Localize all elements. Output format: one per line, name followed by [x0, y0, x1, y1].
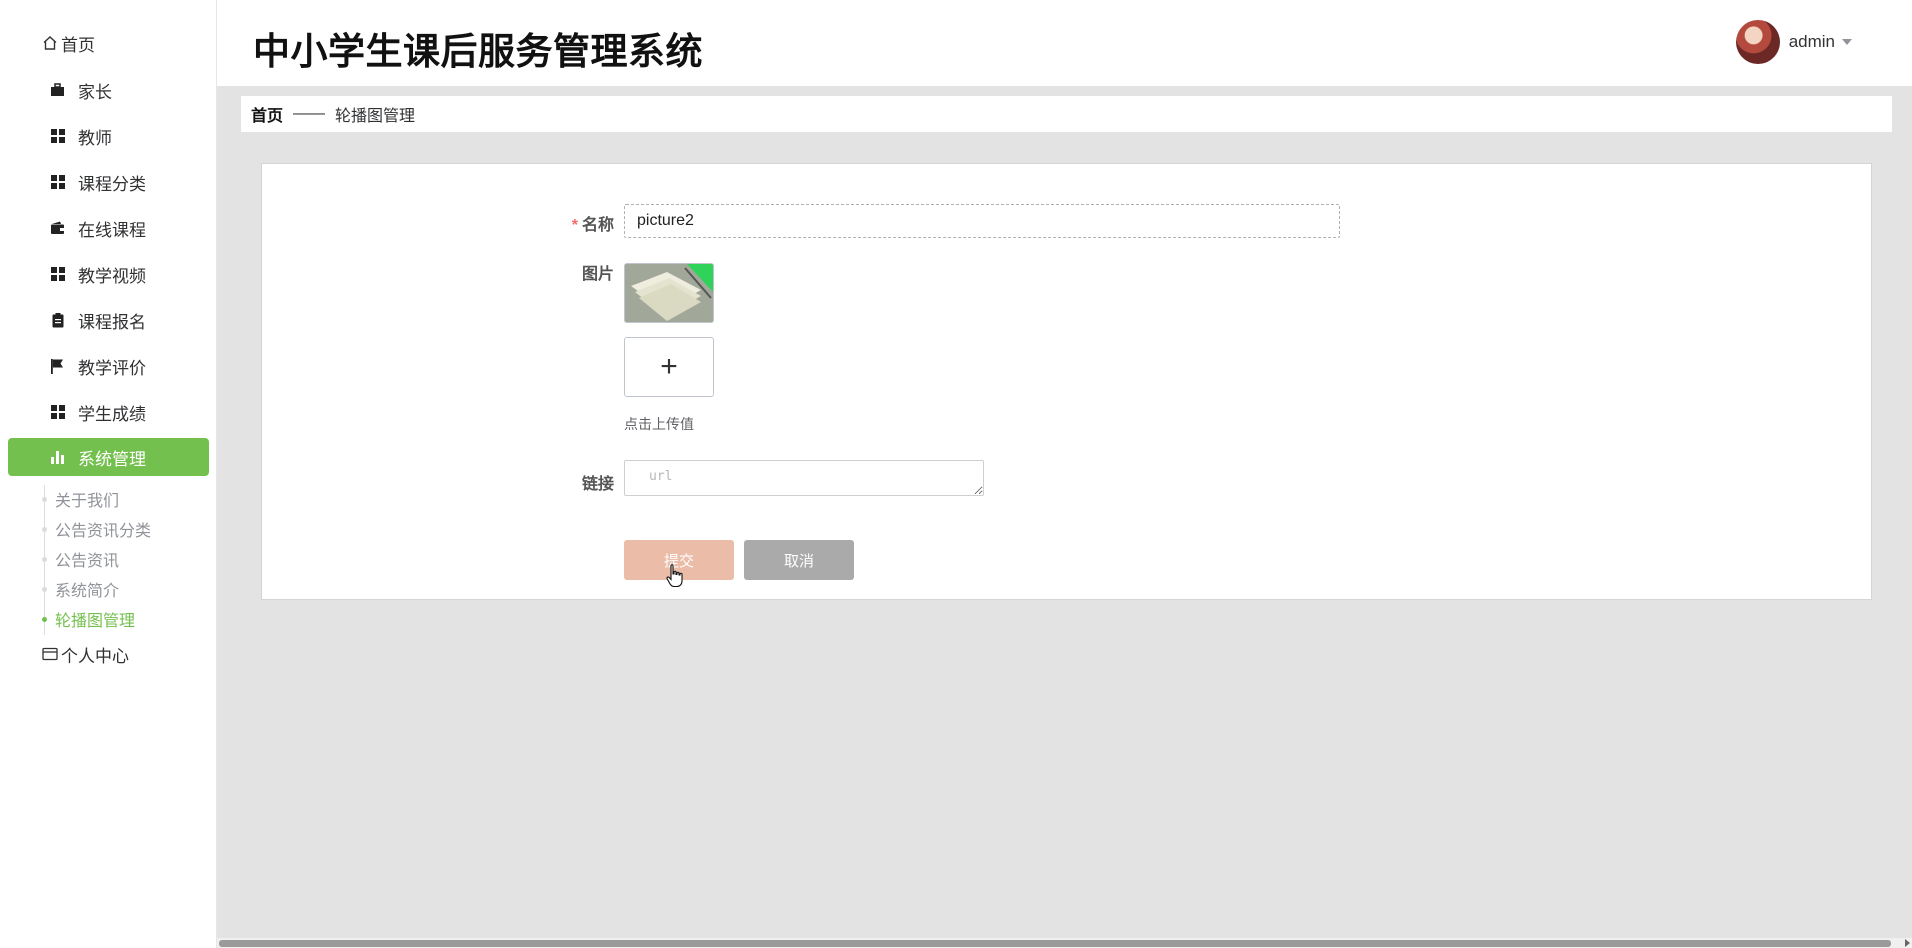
username: admin [1788, 32, 1835, 51]
submenu-item-news[interactable]: 公告资讯 [41, 545, 119, 573]
sidebar-item-system-management[interactable]: 系统管理 [8, 438, 209, 476]
breadcrumb-home[interactable]: 首页 [251, 102, 283, 126]
bar-chart-icon [49, 449, 66, 466]
link-label: 链接 [581, 476, 614, 493]
scroll-right-arrow-icon[interactable] [1905, 939, 1910, 947]
sidebar-item-label: 教学评价 [78, 358, 146, 378]
submenu-item-news-category[interactable]: 公告资讯分类 [41, 515, 151, 543]
url-input[interactable] [624, 460, 984, 496]
cancel-button[interactable]: 取消 [744, 540, 854, 580]
app-title: 中小学生课后服务管理系统 [253, 31, 703, 72]
card-icon [41, 646, 58, 663]
sidebar-item-parents[interactable]: 家长 [8, 71, 209, 109]
grid-icon [49, 128, 66, 145]
submenu-item-carousel-management[interactable]: 轮播图管理 [41, 605, 135, 633]
upload-tip: 点击上传值 [624, 416, 694, 432]
sidebar: 首页 家长 教师 课程分类 在线课程 教学视频 课程报名 教学评价 学生成绩 系… [0, 0, 217, 948]
submenu-item-system-intro[interactable]: 系统简介 [41, 575, 119, 603]
main-content: 首页 —— 轮播图管理 *名称 图片 + 点击上传值 链接 提交 取消 [217, 86, 1912, 948]
sidebar-item-teachers[interactable]: 教师 [8, 117, 209, 155]
sidebar-item-teaching-video[interactable]: 教学视频 [8, 255, 209, 293]
user-menu[interactable]: admin [1735, 20, 1852, 64]
image-label: 图片 [581, 266, 614, 283]
header: 中小学生课后服务管理系统 admin [217, 0, 1912, 86]
submenu-item-about-us[interactable]: 关于我们 [41, 485, 119, 513]
briefcase-icon [49, 82, 66, 99]
wallet-icon [49, 220, 66, 237]
sidebar-item-label: 个人中心 [61, 646, 129, 666]
sidebar-item-course-category[interactable]: 课程分类 [8, 163, 209, 201]
carousel-form: *名称 图片 + 点击上传值 链接 提交 取消 [261, 163, 1872, 600]
uploaded-image-thumbnail[interactable] [624, 263, 714, 323]
breadcrumb: 首页 —— 轮播图管理 [241, 96, 1892, 132]
sidebar-item-course-signup[interactable]: 课程报名 [8, 301, 209, 339]
name-input[interactable] [624, 204, 1340, 238]
sidebar-item-label: 学生成绩 [78, 404, 146, 424]
submit-button[interactable]: 提交 [624, 540, 734, 580]
sidebar-item-teaching-evaluation[interactable]: 教学评价 [8, 347, 209, 385]
horizontal-scrollbar[interactable] [217, 938, 1912, 948]
caret-down-icon [1842, 39, 1852, 45]
required-mark: * [571, 217, 578, 234]
sidebar-item-label: 教学视频 [78, 266, 146, 286]
breadcrumb-current: 轮播图管理 [335, 108, 416, 125]
image-upload-button[interactable]: + [624, 337, 714, 397]
sidebar-item-label: 家长 [78, 82, 112, 102]
home-icon [41, 35, 58, 52]
grid-icon [49, 404, 66, 421]
sidebar-item-label: 课程报名 [78, 312, 146, 332]
breadcrumb-separator: —— [293, 105, 326, 122]
sidebar-item-label: 首页 [61, 35, 95, 55]
sidebar-item-label: 教师 [78, 128, 112, 148]
name-label: * 名称 [571, 217, 614, 234]
clipboard-icon [49, 312, 66, 329]
avatar [1735, 20, 1780, 64]
sidebar-item-label: 系统管理 [78, 449, 146, 469]
sidebar-item-online-course[interactable]: 在线课程 [8, 209, 209, 247]
sidebar-item-student-scores[interactable]: 学生成绩 [8, 393, 209, 431]
grid-icon [49, 266, 66, 283]
sidebar-item-label: 在线课程 [78, 220, 146, 240]
grid-icon [49, 174, 66, 191]
sidebar-item-personal-center[interactable]: 个人中心 [8, 635, 209, 673]
system-submenu: 关于我们 公告资讯分类 公告资讯 系统简介 轮播图管理 [41, 485, 214, 635]
sidebar-item-label: 课程分类 [78, 174, 146, 194]
scrollbar-thumb[interactable] [219, 940, 1891, 947]
flag-icon [49, 358, 66, 375]
sidebar-item-home[interactable]: 首页 [8, 24, 209, 62]
